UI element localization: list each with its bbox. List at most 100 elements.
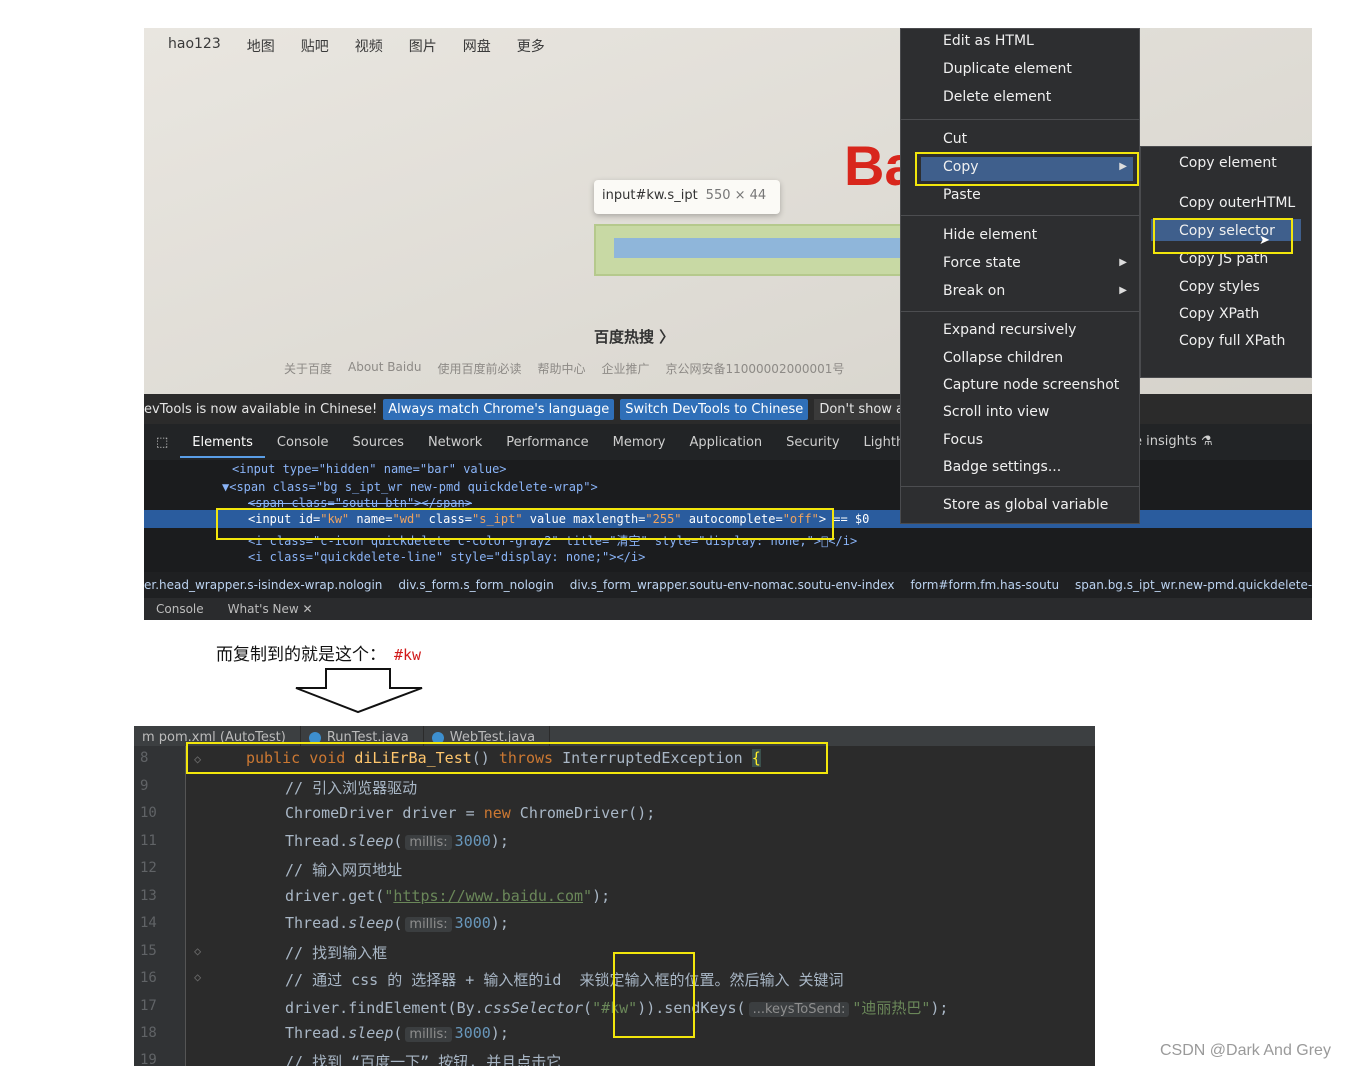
line-number: 16 (140, 970, 157, 986)
copy-submenu: Copy element Copy outerHTML Copy selecto… (1140, 146, 1312, 378)
code-token: Thread. (285, 1024, 349, 1042)
tab-performance-insights[interactable]: e insights ⚗ (1134, 434, 1213, 449)
caption: 而复制到的就是这个： #kw (216, 640, 421, 665)
code-token: Thread. (285, 832, 349, 850)
menu-separator (901, 215, 1139, 216)
breadcrumb-item[interactable]: div.s_form.s_form_nologin (398, 578, 553, 592)
line-number: 14 (140, 915, 157, 931)
code-token: Thread. (285, 914, 349, 932)
nav-link[interactable]: 图片 (409, 36, 437, 56)
code-token: ( (393, 914, 403, 932)
menu-item-collapse-children[interactable]: Collapse children (943, 350, 1063, 366)
footer-link[interactable]: 使用百度前必读 (437, 360, 521, 377)
ide-editor: m pom.xml (AutoTest) RunTest.java WebTes… (134, 726, 1095, 1066)
menu-item-delete-element[interactable]: Delete element (943, 89, 1051, 105)
code-token: ChromeDriver(); (510, 804, 656, 822)
footer-link[interactable]: 关于百度 (284, 360, 332, 377)
submenu-item-copy-outerhtml[interactable]: Copy outerHTML (1179, 195, 1295, 211)
code-line-10[interactable]: ChromeDriver driver = new ChromeDriver()… (285, 804, 655, 822)
dom-node[interactable]: <i class="quickdelete-line" style="displ… (248, 550, 645, 564)
baidu-top-nav: hao123 地图 贴吧 视频 图片 网盘 更多 (168, 36, 545, 56)
always-match-language-button[interactable]: Always match Chrome's language (383, 398, 615, 420)
footer-link[interactable]: 京公网安备11000002000001号 (666, 360, 845, 377)
code-token: sleep (348, 914, 394, 932)
menu-item-scroll-into-view[interactable]: Scroll into view (943, 404, 1049, 420)
code-token: ); (490, 914, 509, 932)
annotation-box-kw-selector (613, 952, 695, 1038)
drawer-tab-console[interactable]: Console (156, 602, 204, 616)
breadcrumb-item[interactable]: er.head_wrapper.s-isindex-wrap.nologin (144, 578, 382, 592)
menu-separator (901, 311, 1139, 312)
tab-sources[interactable]: Sources (341, 435, 416, 450)
nav-link[interactable]: 网盘 (463, 36, 491, 56)
line-number: 11 (140, 833, 157, 849)
tab-network[interactable]: Network (416, 435, 494, 450)
menu-item-focus[interactable]: Focus (943, 432, 983, 448)
menu-item-store-global-variable[interactable]: Store as global variable (943, 497, 1108, 513)
nav-link[interactable]: 贴吧 (301, 36, 329, 56)
flask-icon: ⚗ (1200, 434, 1213, 449)
menu-item-force-state[interactable]: Force state (943, 255, 1021, 271)
tab-application[interactable]: Application (678, 435, 775, 450)
dom-node[interactable]: ▼<span class="bg s_ipt_wr new-pmd quickd… (222, 480, 598, 494)
menu-item-cut[interactable]: Cut (943, 131, 967, 147)
tab-memory[interactable]: Memory (601, 435, 678, 450)
menu-item-capture-node-screenshot[interactable]: Capture node screenshot (943, 377, 1119, 393)
menu-item-edit-as-html[interactable]: Edit as HTML (943, 33, 1034, 49)
tab-security[interactable]: Security (774, 435, 851, 450)
breadcrumb-item[interactable]: form#form.fm.has-soutu (910, 578, 1059, 592)
tab-performance[interactable]: Performance (494, 435, 600, 450)
submenu-item-copy-full-xpath[interactable]: Copy full XPath (1179, 333, 1285, 349)
hot-search-link[interactable]: 百度热搜 〉 (594, 326, 674, 347)
parameter-hint: millis: (405, 835, 452, 850)
submenu-item-copy-xpath[interactable]: Copy XPath (1179, 306, 1259, 322)
tab-elements[interactable]: Elements (180, 427, 265, 458)
code-url-link[interactable]: https://www.baidu.com (393, 887, 583, 905)
menu-item-expand-recursively[interactable]: Expand recursively (943, 322, 1076, 338)
drawer-tab-whats-new[interactable]: What's New ✕ (228, 602, 313, 616)
menu-item-hide-element[interactable]: Hide element (943, 227, 1037, 243)
code-line-14[interactable]: Thread.sleep(millis: 3000); (285, 914, 509, 932)
footer-link[interactable]: 企业推广 (601, 360, 649, 377)
code-line-18[interactable]: Thread.sleep(millis: 3000); (285, 1024, 509, 1042)
nav-link[interactable]: 地图 (247, 36, 275, 56)
caption-text: 而复制到的就是这个： (216, 645, 386, 665)
tab-console[interactable]: Console (265, 435, 341, 450)
annotation-box-copy-selector (1153, 218, 1293, 254)
nav-link[interactable]: 更多 (517, 36, 545, 56)
menu-item-break-on[interactable]: Break on (943, 283, 1005, 299)
fold-marker-icon[interactable]: ◇ (194, 970, 201, 984)
down-arrow-icon (295, 668, 423, 714)
code-line-19[interactable]: // 找到 “百度一下” 按钮, 并且点击它 (285, 1051, 561, 1066)
nav-link[interactable]: 视频 (355, 36, 383, 56)
footer-link[interactable]: About Baidu (348, 360, 421, 377)
submenu-item-copy-element[interactable]: Copy element (1179, 155, 1277, 171)
code-line-13[interactable]: driver.get("https://www.baidu.com"); (285, 887, 610, 905)
menu-item-paste[interactable]: Paste (943, 187, 981, 203)
menu-item-badge-settings[interactable]: Badge settings... (943, 459, 1061, 475)
baidu-footer: 关于百度 About Baidu 使用百度前必读 帮助中心 企业推广 京公网安备… (284, 360, 844, 377)
element-context-menu: Edit as HTML Duplicate element Delete el… (900, 28, 1140, 524)
insights-label: e insights (1134, 434, 1197, 449)
code-token: new (483, 804, 511, 822)
fold-marker-icon[interactable]: ◇ (194, 944, 201, 958)
footer-link[interactable]: 帮助中心 (537, 360, 585, 377)
switch-to-chinese-button[interactable]: Switch DevTools to Chinese (620, 398, 809, 420)
code-token: ( (393, 1024, 403, 1042)
menu-item-duplicate-element[interactable]: Duplicate element (943, 61, 1072, 77)
breadcrumb-item[interactable]: div.s_form_wrapper.soutu-env-nomac.soutu… (570, 578, 895, 592)
code-line-15[interactable]: // 找到输入框 (285, 942, 387, 963)
code-token: " (583, 887, 593, 905)
menu-separator (901, 119, 1139, 120)
code-line-12[interactable]: // 输入网页地址 (285, 859, 402, 880)
nav-link[interactable]: hao123 (168, 36, 221, 56)
inspect-icon[interactable]: ⬚ (144, 435, 180, 450)
code-line-16[interactable]: // 通过 css 的 选择器 + 输入框的id 来锁定输入框的位置。然后输入 … (285, 969, 844, 990)
code-line-9[interactable]: // 引入浏览器驱动 (285, 777, 417, 798)
submenu-item-copy-styles[interactable]: Copy styles (1179, 279, 1260, 295)
highlighted-search-input[interactable] (594, 224, 914, 276)
code-line-11[interactable]: Thread.sleep(millis: 3000); (285, 832, 509, 850)
breadcrumb-item[interactable]: span.bg.s_ipt_wr.new-pmd.quickdelete- (1075, 578, 1312, 592)
code-token: driver.findElement(By. (285, 999, 484, 1017)
dom-node[interactable]: <input type="hidden" name="bar" value> (232, 462, 507, 476)
